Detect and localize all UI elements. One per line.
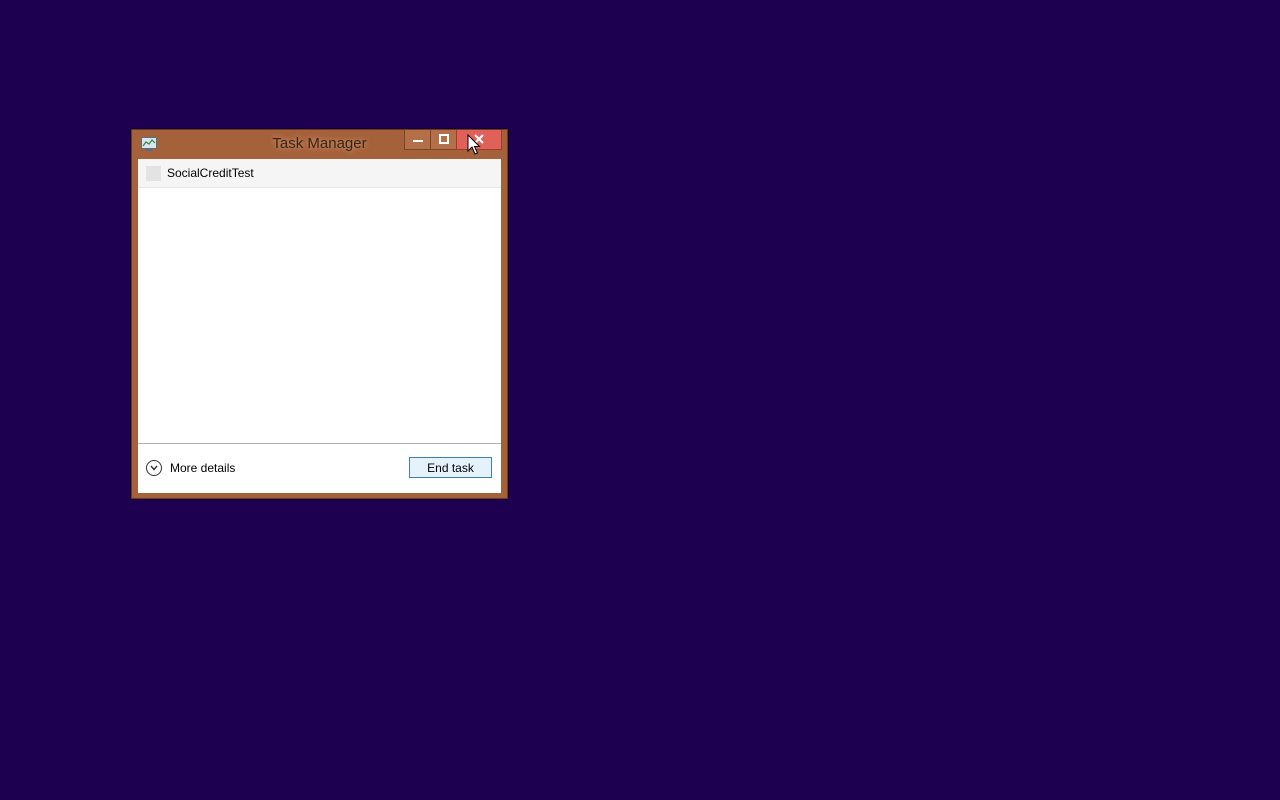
minimize-icon [412, 131, 423, 149]
process-name: SocialCreditTest [167, 166, 254, 180]
end-task-button[interactable]: End task [409, 457, 492, 478]
task-manager-window: Task Manager SocialCreditTest More detai… [131, 129, 508, 499]
list-item[interactable]: SocialCreditTest [138, 159, 501, 188]
more-details-label: More details [170, 461, 236, 475]
maximize-button[interactable] [430, 130, 457, 150]
footer-bar: More details End task [138, 443, 501, 493]
chevron-down-icon [146, 460, 162, 476]
maximize-icon [438, 131, 449, 149]
more-details-toggle[interactable]: More details [146, 458, 235, 478]
close-icon [474, 131, 484, 149]
close-button[interactable] [456, 130, 502, 150]
process-list[interactable]: SocialCreditTest [138, 159, 501, 443]
minimize-button[interactable] [404, 130, 431, 150]
title-bar[interactable]: Task Manager [132, 130, 507, 159]
window-client-area: SocialCreditTest More details End task [138, 159, 501, 493]
app-icon-blank [146, 166, 161, 181]
